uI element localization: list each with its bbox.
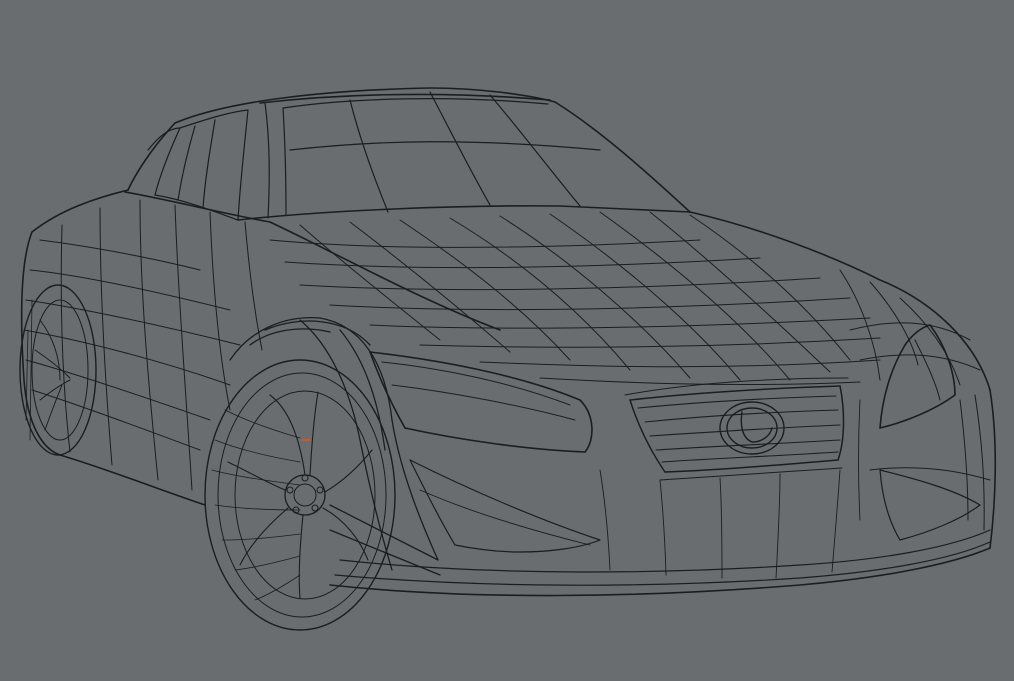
- hood-mesh: [269, 211, 881, 386]
- left-headlight: [369, 351, 593, 453]
- 3d-viewport[interactable]: [0, 0, 1014, 681]
- rear-wheel: [19, 284, 97, 456]
- side-panel-mesh: [23, 199, 263, 491]
- right-fender-mesh: [839, 269, 991, 531]
- car-wireframe-model[interactable]: [0, 0, 1014, 681]
- body-outline: [20, 87, 997, 597]
- right-headlight: [879, 324, 956, 429]
- front-wheel: [204, 359, 396, 631]
- windows: [147, 91, 601, 221]
- front-grille: [624, 377, 849, 481]
